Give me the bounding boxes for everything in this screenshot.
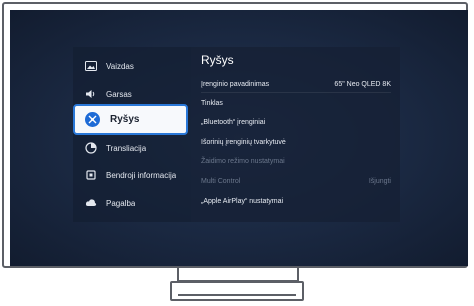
menu-item-general[interactable]: Bendroji informacija — [73, 165, 191, 185]
settings-row-game-mode: Žaidimo režimo nustatymai — [201, 154, 391, 168]
sound-icon — [84, 87, 98, 101]
general-icon — [84, 168, 98, 182]
settings-row-network[interactable]: Tinklas — [201, 96, 391, 110]
menu-item-broadcast[interactable]: Transliacija — [73, 138, 191, 158]
menu-item-connection[interactable]: Ryšys — [73, 104, 188, 135]
menu-item-label: Pagalba — [106, 198, 136, 208]
row-label: Išorinių įrenginių tvarkytuvė — [201, 138, 286, 146]
menu-item-label: Ryšys — [110, 114, 140, 125]
page-title: Ryšys — [201, 53, 234, 67]
menu-item-label: Transliacija — [106, 143, 147, 153]
connection-icon — [85, 112, 100, 127]
support-icon — [84, 196, 98, 210]
settings-row-multi-control: Multi Control Išjungti — [201, 174, 391, 188]
menu-item-label: Garsas — [106, 89, 132, 99]
row-label: Tinklas — [201, 99, 223, 107]
settings-row-device-manager[interactable]: Išorinių įrenginių tvarkytuvė — [201, 135, 391, 149]
row-label: Įrenginio pavadinimas — [201, 80, 270, 88]
row-label: Žaidimo režimo nustatymai — [201, 157, 285, 165]
settings-row-airplay[interactable]: „Apple AirPlay“ nustatymai — [201, 194, 391, 208]
row-label: Multi Control — [201, 177, 241, 185]
picture-icon — [84, 59, 98, 73]
tv-stand-base — [170, 281, 304, 301]
divider — [201, 92, 391, 93]
menu-item-sound[interactable]: Garsas — [73, 84, 191, 104]
menu-item-label: Vaizdas — [106, 61, 134, 71]
settings-row-device-name[interactable]: Įrenginio pavadinimas 65" Neo QLED 8K — [201, 77, 391, 91]
broadcast-icon — [84, 141, 98, 155]
row-value: 65" Neo QLED 8K — [334, 80, 391, 88]
tv-stand-neck — [177, 268, 299, 282]
row-value: Išjungti — [368, 177, 391, 185]
menu-item-label: Bendroji informacija — [106, 170, 177, 180]
row-label: „Bluetooth“ įrenginiai — [201, 118, 266, 126]
settings-row-bluetooth[interactable]: „Bluetooth“ įrenginiai — [201, 115, 391, 129]
menu-item-support[interactable]: Pagalba — [73, 193, 191, 213]
menu-item-picture[interactable]: Vaizdas — [73, 56, 191, 76]
row-label: „Apple AirPlay“ nustatymai — [201, 197, 284, 205]
